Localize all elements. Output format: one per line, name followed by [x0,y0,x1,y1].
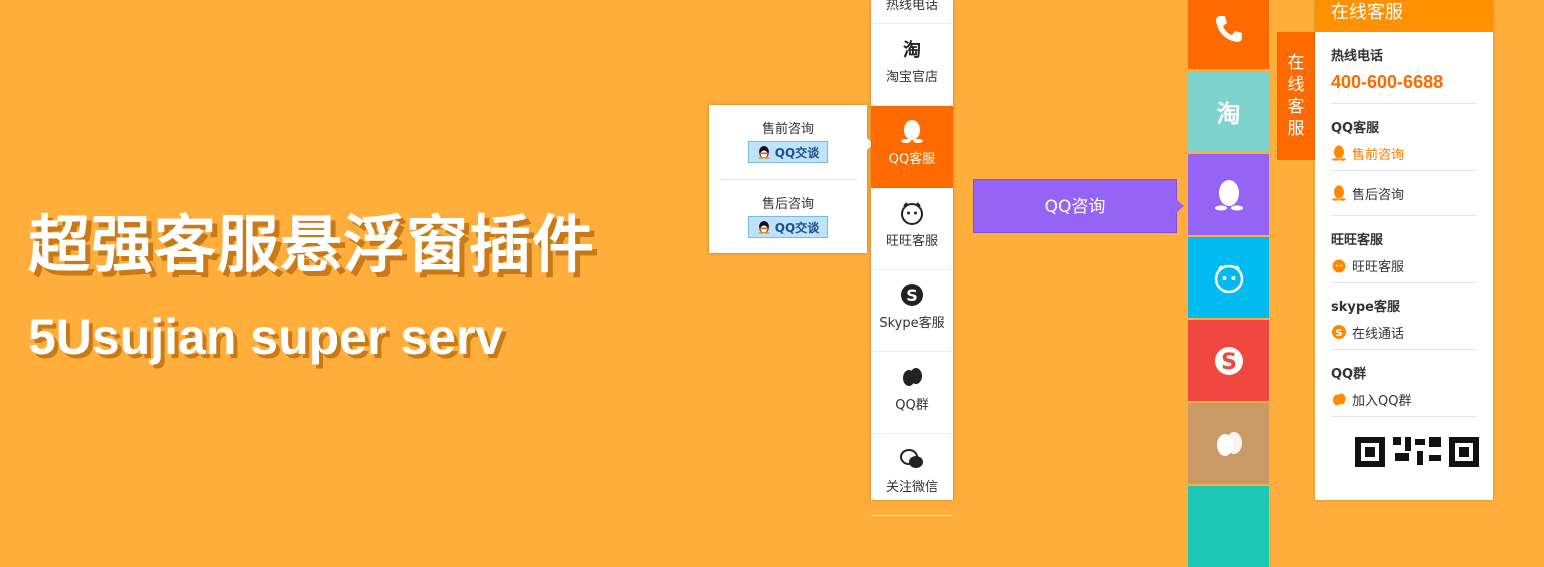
sidebar-item-label: 旺旺客服 [885,234,938,249]
qq-chat-button[interactable]: QQ交谈 [748,141,828,163]
svg-text:淘: 淘 [903,39,921,61]
join-qqgroup-label: 加入QQ群 [1352,393,1412,409]
sidebar-item-label: 热线电话 [885,0,938,13]
qq-group-icon [1216,431,1242,456]
skype-icon: S [1332,325,1346,339]
qq-penguin-icon [758,221,770,234]
skype-service-title: skype客服 [1331,300,1400,315]
qqgroup-service-title: QQ群 [1331,367,1367,382]
panel-header: 在线客服 [1315,0,1493,32]
qq-group-icon [903,368,922,386]
qq-service-title: QQ客服 [1331,121,1380,136]
sidebar-item-label: 关注微信 [885,480,938,495]
sidebar-item-skype[interactable]: S Skype客服 [871,270,953,352]
sidebar-white: 热线电话 淘 淘宝官店 QQ客服 旺旺客服 S Skype客服 QQ群 关注微信 [871,0,953,516]
qq-penguin-icon [901,120,923,143]
wangwang-service-title: 旺旺客服 [1331,233,1384,248]
tile-wechat[interactable] [1188,486,1269,567]
qq-chat-button-label: QQ交谈 [774,220,820,235]
hotline-number[interactable]: 400-600-6688 [1331,72,1477,104]
tab-char: 在 [1287,53,1305,73]
qq-chat-button[interactable]: QQ交谈 [748,216,828,238]
sidebar-item-label: QQ客服 [888,152,936,167]
skype-call-label: 在线通话 [1352,326,1405,342]
wangwang-link[interactable]: 旺旺客服 [1331,248,1477,283]
wangwang-icon [1214,264,1243,293]
svg-text:S: S [1335,328,1342,339]
popup-row-aftersale: 售后咨询 QQ交谈 [719,179,857,253]
tile-taobao[interactable]: 淘 [1188,71,1269,152]
online-service-tab[interactable]: 在 线 客 服 [1277,32,1315,160]
sidebar-item-wangwang[interactable]: 旺旺客服 [871,188,953,270]
qq-consult-popup: 售前咨询 QQ交谈 售后咨询 QQ交谈 [709,105,867,253]
svg-text:S: S [906,286,918,305]
tab-char: 线 [1287,75,1305,95]
wangwang-icon [901,202,923,225]
wangwang-icon [1332,259,1346,273]
qq-presale-link[interactable]: 售前咨询 [1331,136,1477,171]
qq-penguin-icon [1332,185,1346,201]
popup-label: 售后咨询 [761,197,814,212]
tab-char: 客 [1287,97,1305,117]
sidebar-item-qqgroup[interactable]: QQ群 [871,352,953,434]
tile-qq[interactable] [1188,154,1269,235]
tile-phone[interactable] [1188,0,1269,69]
tooltip-arrow [1176,199,1184,213]
sidebar-item-wechat[interactable]: 关注微信 [871,434,953,516]
tile-skype[interactable]: S [1188,320,1269,401]
join-qqgroup-link[interactable]: 加入QQ群 [1331,382,1477,417]
qq-aftersale-label: 售后咨询 [1352,187,1405,203]
qq-group-icon [1333,393,1346,406]
sidebar-item-hotline[interactable]: 热线电话 [871,0,953,24]
phone-icon [1215,15,1242,42]
qq-penguin-icon [758,146,770,159]
sidebar-item-label: 淘宝官店 [885,70,938,85]
sidebar-item-label: Skype客服 [879,316,945,331]
hero-title: 超强客服悬浮窗插件 [28,208,596,281]
qq-penguin-icon [1214,179,1243,210]
taobao-icon: 淘 [1216,100,1241,128]
qr-code-image [1355,437,1479,467]
wechat-icon [1212,510,1246,544]
qq-consult-tooltip: QQ咨询 [973,179,1177,233]
wechat-icon [900,449,923,468]
sidebar-item-taobao[interactable]: 淘 淘宝官店 [871,24,953,106]
popup-row-presale: 售前咨询 QQ交谈 [709,105,867,179]
qq-penguin-icon [1332,145,1346,161]
popup-label: 售前咨询 [761,122,814,137]
tile-qqgroup[interactable] [1188,403,1269,484]
online-service-panel: 在线客服 热线电话 400-600-6688 QQ客服 售前咨询 售后咨询 旺旺… [1315,0,1493,500]
sidebar-item-qq[interactable]: QQ客服 [871,106,953,188]
qq-chat-button-label: QQ交谈 [774,145,820,160]
taobao-icon: 淘 [903,39,921,61]
hero-subtitle: 5Usujian super serv [28,309,504,365]
qq-presale-label: 售前咨询 [1352,147,1405,163]
hotline-title: 热线电话 [1331,49,1384,64]
skype-icon: S [901,284,923,306]
skype-icon: S [1214,346,1243,375]
tile-wangwang[interactable] [1188,237,1269,318]
sidebar-item-label: QQ群 [895,398,929,413]
wangwang-label: 旺旺客服 [1352,259,1405,275]
svg-text:S: S [1221,350,1237,375]
tab-char: 服 [1287,119,1305,139]
qq-aftersale-link[interactable]: 售后咨询 [1331,171,1477,216]
skype-call-link[interactable]: S 在线通话 [1331,315,1477,350]
